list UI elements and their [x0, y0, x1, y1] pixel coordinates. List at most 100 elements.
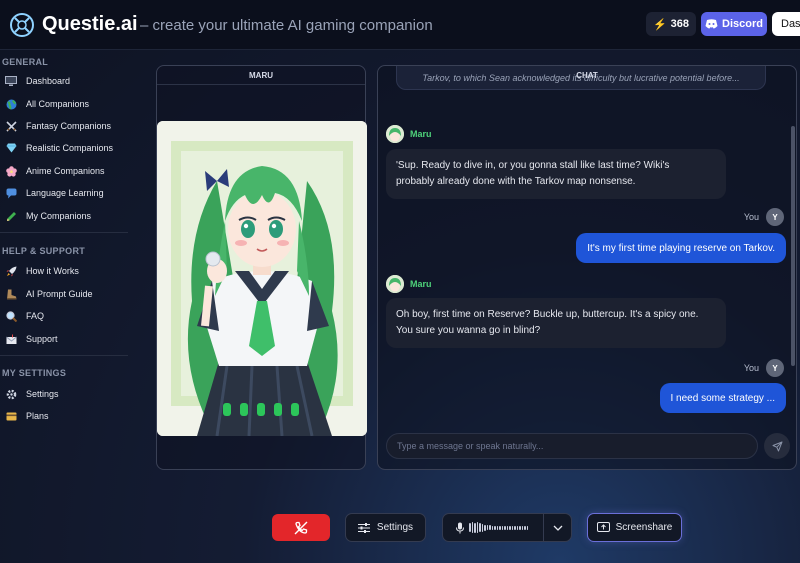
sidebar-item-plans[interactable]: Plans: [5, 407, 125, 425]
message-sender-user: You Y: [744, 359, 784, 377]
end-call-button[interactable]: [272, 514, 330, 541]
microphone-toggle-button[interactable]: [443, 514, 543, 541]
message-text: It's my first time playing reserve on Ta…: [587, 242, 775, 254]
sidebar-item-ai-prompt-guide[interactable]: AI Prompt Guide: [5, 285, 125, 303]
brand-name[interactable]: Questie.ai: [42, 13, 138, 36]
sidebar-item-label: FAQ: [26, 311, 45, 321]
mic-level-bar: [474, 522, 476, 533]
call-settings-button[interactable]: Settings: [345, 513, 426, 542]
voice-dot: [240, 403, 248, 416]
sender-name: Maru: [410, 129, 432, 139]
mic-level-bar: [494, 525, 496, 530]
sidebar-section-general: GENERAL: [2, 57, 49, 67]
sender-name: Maru: [410, 279, 432, 289]
sidebar-divider: [0, 232, 128, 233]
dashboard-button[interactable]: Dashboard: [772, 12, 800, 36]
sidebar-item-my-companions[interactable]: My Companions: [5, 207, 125, 225]
chevron-down-icon: [553, 525, 563, 531]
user-message-bubble: It's my first time playing reserve on Ta…: [576, 233, 786, 263]
sidebar-divider: [0, 355, 128, 356]
message-text-line: probably already done with the Tarkov ma…: [396, 176, 636, 187]
screenshare-button[interactable]: Screenshare: [587, 513, 682, 542]
top-header: Questie.ai – create your ultimate AI gam…: [0, 0, 800, 50]
sidebar-item-label: Fantasy Companions: [26, 121, 112, 131]
discord-icon: [705, 19, 718, 29]
sidebar-item-anime-companions[interactable]: Anime Companions: [5, 162, 125, 180]
sidebar-section-settings: MY SETTINGS: [2, 368, 67, 378]
sidebar-item-language-learning[interactable]: Language Learning: [5, 184, 125, 202]
mic-level-bar: [501, 525, 503, 530]
questie-logo-icon[interactable]: [9, 12, 35, 38]
crossed-swords-icon: [5, 120, 17, 132]
microphone-control: [442, 513, 572, 542]
companion-avatar: [157, 121, 367, 436]
mic-level-bar: [524, 525, 526, 530]
sidebar-item-fantasy-companions[interactable]: Fantasy Companions: [5, 117, 125, 135]
rocket-icon: [5, 265, 17, 277]
discord-button[interactable]: Discord: [701, 12, 767, 36]
screenshare-label: Screenshare: [615, 522, 673, 533]
anime-character-illustration: [157, 121, 367, 436]
chat-panel-title: CHAT: [576, 71, 598, 80]
lightning-icon: ⚡: [652, 18, 667, 31]
card-icon: [5, 410, 17, 422]
mailbox-icon: [5, 333, 17, 345]
speech-icon: [5, 187, 17, 199]
coin-count: 368: [670, 18, 690, 30]
user-avatar: Y: [766, 208, 784, 226]
sidebar-item-label: Dashboard: [26, 76, 71, 86]
microphone-icon: [456, 522, 464, 533]
sidebar-item-label: Realistic Companions: [26, 143, 114, 153]
sidebar-item-dashboard[interactable]: Dashboard: [5, 72, 125, 90]
voice-dot: [274, 403, 282, 416]
discord-label: Discord: [722, 18, 763, 30]
send-button[interactable]: [764, 433, 790, 459]
mic-level-meter: [469, 522, 528, 533]
mic-level-bar: [514, 525, 516, 530]
sidebar-item-faq[interactable]: FAQ: [5, 307, 125, 325]
phone-off-icon: [294, 521, 308, 534]
message-text-line: You sure you wanna go in blind?: [396, 325, 541, 336]
monitor-icon: [5, 75, 17, 87]
message-text-line: 'Sup. Ready to dive in, or you gonna sta…: [396, 160, 670, 171]
diamond-icon: [5, 142, 17, 154]
brand-tagline: – create your ultimate AI gaming compani…: [140, 17, 433, 34]
mic-level-bar: [469, 523, 471, 532]
sidebar-item-label: AI Prompt Guide: [26, 289, 93, 299]
mic-level-bar: [496, 525, 498, 530]
companion-panel: MARU: [156, 65, 367, 470]
mic-level-bar: [511, 525, 513, 530]
sidebar-section-help: HELP & SUPPORT: [2, 246, 86, 256]
mic-options-dropdown[interactable]: [544, 514, 572, 541]
coin-balance[interactable]: ⚡ 368: [646, 12, 696, 36]
sidebar-item-how-it-works[interactable]: How it Works: [5, 262, 125, 280]
gear-icon: [5, 388, 17, 400]
sidebar-item-support[interactable]: Support: [5, 330, 125, 348]
user-avatar: Y: [766, 359, 784, 377]
user-message-bubble: I need some strategy ...: [659, 383, 786, 413]
chat-scrollbar[interactable]: [791, 126, 795, 366]
message-sender-user: You Y: [744, 208, 784, 226]
screenshare-icon: [596, 522, 610, 532]
mic-level-bar: [471, 522, 473, 533]
chat-message-input[interactable]: [386, 433, 758, 459]
ai-message-bubble: Oh boy, first time on Reserve? Buckle up…: [386, 298, 726, 348]
chat-panel: Tarkov, to which Sean acknowledged its d…: [377, 65, 797, 470]
sender-name: You: [743, 363, 759, 373]
message-text-line: Oh boy, first time on Reserve? Buckle up…: [396, 309, 699, 320]
message-sender: Maru: [386, 275, 432, 293]
sidebar-item-label: My Companions: [26, 211, 92, 221]
mic-level-bar: [489, 525, 491, 530]
sidebar-item-label: Support: [26, 334, 58, 344]
sidebar-item-settings[interactable]: Settings: [5, 385, 125, 403]
dashboard-button-label: Dashboard: [781, 18, 800, 30]
mic-level-bar: [484, 524, 486, 531]
mic-level-bar: [491, 525, 493, 530]
sidebar-item-realistic-companions[interactable]: Realistic Companions: [5, 139, 125, 157]
sidebar-item-all-companions[interactable]: All Companions: [5, 95, 125, 113]
globe-icon: [5, 98, 17, 110]
boot-icon: [5, 288, 17, 300]
sliders-icon: [357, 522, 370, 533]
sidebar-item-label: How it Works: [26, 266, 79, 276]
mic-level-bar: [526, 525, 528, 530]
